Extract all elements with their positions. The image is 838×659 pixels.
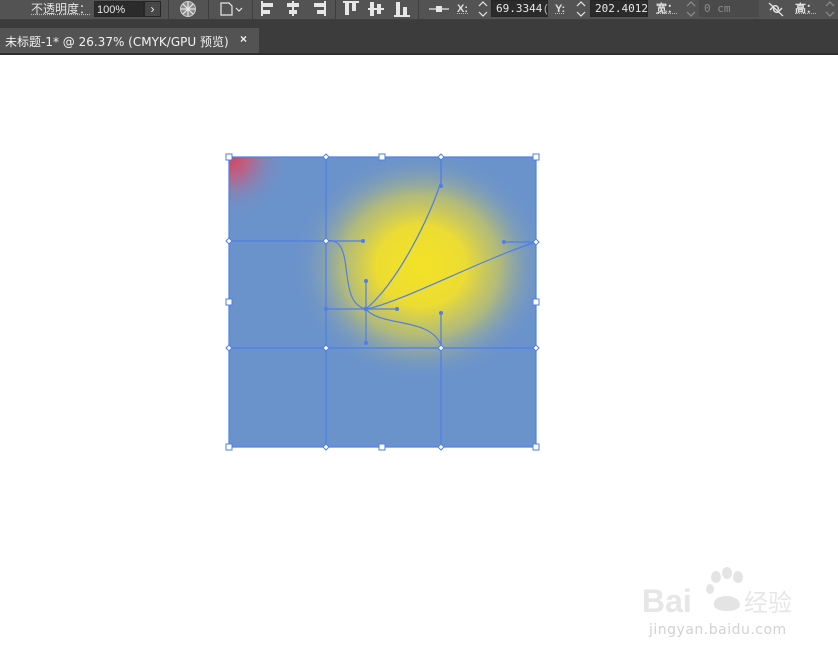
recolor-artwork-icon[interactable]: [178, 0, 198, 19]
y-position-input[interactable]: 202.4012: [590, 0, 648, 17]
opacity-label: 不透明度：: [31, 2, 92, 16]
x-unit-clipped: (: [544, 3, 548, 15]
document-tab[interactable]: 未标题-1* @ 26.37% (CMYK/GPU 预览) ×: [0, 28, 259, 53]
x-spinner-icon[interactable]: [477, 0, 489, 18]
opacity-dropdown-button[interactable]: ›: [144, 1, 161, 17]
document-tab-bar: 未标题-1* @ 26.37% (CMYK/GPU 预览) ×: [0, 20, 838, 55]
y-spinner-icon[interactable]: [575, 0, 587, 18]
align-horizontal-center-icon[interactable]: [284, 0, 302, 19]
constrain-proportions-link-icon[interactable]: [766, 0, 786, 19]
reference-point-icon[interactable]: [428, 0, 450, 19]
width-spinner-icon: [686, 1, 696, 17]
svg-text:Bai: Bai: [642, 583, 692, 619]
y-label: Y:: [555, 3, 566, 15]
close-tab-icon[interactable]: ×: [240, 32, 247, 46]
svg-text:经验: 经验: [744, 589, 792, 617]
align-left-icon[interactable]: [259, 0, 277, 19]
mesh-fill: [229, 157, 536, 447]
height-label: 高：: [795, 3, 817, 15]
align-right-icon[interactable]: [310, 0, 328, 19]
watermark-url: jingyan.baidu.com: [649, 622, 787, 638]
divider: [335, 0, 336, 19]
width-label: 宽：: [656, 3, 678, 15]
align-top-icon[interactable]: [342, 0, 360, 19]
document-tab-title: 未标题-1* @ 26.37% (CMYK/GPU 预览): [5, 35, 229, 49]
align-bottom-icon[interactable]: [393, 0, 411, 19]
x-position-input[interactable]: 69.3344: [491, 0, 548, 17]
divider: [208, 0, 209, 19]
divider: [168, 0, 169, 19]
x-label: X:: [457, 3, 468, 15]
height-spinner-icon: [825, 1, 835, 17]
control-bar: 不透明度： 100% › X: 69.3344 (Y: 202.4012 宽：…: [0, 0, 838, 20]
width-input[interactable]: 0 cm: [699, 0, 759, 17]
divider: [252, 0, 253, 19]
align-vertical-center-icon[interactable]: [367, 0, 385, 19]
opacity-input[interactable]: 100%: [94, 1, 144, 17]
divider: [418, 0, 419, 19]
document-shape-dropdown-icon[interactable]: [218, 0, 246, 19]
